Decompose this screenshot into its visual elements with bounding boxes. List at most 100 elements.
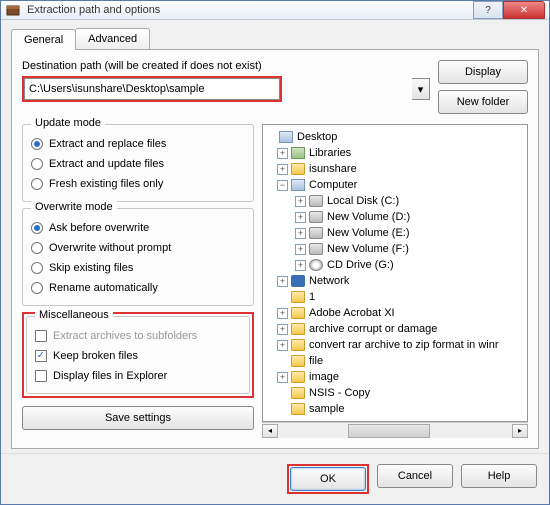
scroll-thumb[interactable] [348,424,430,438]
expand-icon[interactable]: + [295,244,306,255]
update-mode-title: Update mode [31,117,105,129]
tree-item[interactable]: archive corrupt or damage [309,323,437,335]
radio-ask-overwrite[interactable] [31,222,43,234]
expand-icon[interactable]: + [277,324,288,335]
scroll-left-button[interactable]: ◂ [262,424,278,438]
radio-label: Rename automatically [49,282,158,294]
tree-item[interactable]: Desktop [297,131,337,143]
update-mode-group: Update mode Extract and replace files Ex… [22,124,254,202]
drive-icon [309,227,323,239]
folder-icon [291,387,305,399]
radio-label: Extract and replace files [49,138,166,150]
misc-group: Miscellaneous Extract archives to subfol… [26,316,250,394]
folder-icon [291,307,305,319]
desktop-icon [279,131,293,143]
tree-item[interactable]: image [309,371,339,383]
tab-general[interactable]: General [11,29,76,50]
tree-item[interactable]: New Volume (D:) [327,211,410,223]
window-controls: ? ✕ [473,1,545,19]
tree-item[interactable]: sample [309,403,344,415]
radio-label: Skip existing files [49,262,133,274]
tree-item[interactable]: Libraries [309,147,351,159]
help-button[interactable]: Help [461,464,537,488]
check-label: Keep broken files [53,350,138,362]
tree-item[interactable]: 1 [309,291,315,303]
radio-fresh-only[interactable] [31,178,43,190]
misc-highlight: Miscellaneous Extract archives to subfol… [22,312,254,398]
check-display-explorer[interactable] [35,370,47,382]
tab-panel-general: Destination path (will be created if doe… [11,49,539,449]
radio-skip-existing[interactable] [31,262,43,274]
new-folder-button[interactable]: New folder [438,90,528,114]
radio-rename-auto[interactable] [31,282,43,294]
expand-icon[interactable]: + [277,276,288,287]
expand-icon[interactable]: + [295,196,306,207]
expand-icon[interactable]: + [277,164,288,175]
ok-button[interactable]: OK [290,467,366,491]
misc-title: Miscellaneous [35,309,113,321]
expand-icon[interactable]: + [277,148,288,159]
tree-item[interactable]: file [309,355,323,367]
tab-strip: General Advanced [11,28,539,49]
libraries-icon [291,147,305,159]
folder-icon [291,371,305,383]
tree-item[interactable]: NSIS - Copy [309,387,370,399]
app-icon [5,2,21,18]
tree-item[interactable]: New Volume (E:) [327,227,410,239]
tree-item[interactable]: Local Disk (C:) [327,195,399,207]
tree-item[interactable]: Network [309,275,349,287]
radio-label: Overwrite without prompt [49,242,171,254]
folder-icon [291,339,305,351]
network-icon [291,275,305,287]
destination-dropdown-button[interactable]: ▾ [412,78,430,100]
ok-highlight: OK [287,464,369,494]
scroll-track[interactable] [278,424,512,438]
dialog-buttons: OK Cancel Help [1,453,549,504]
drive-icon [309,243,323,255]
content-area: General Advanced Destination path (will … [1,20,549,453]
check-label: Extract archives to subfolders [53,330,197,342]
radio-label: Extract and update files [49,158,164,170]
radio-extract-update[interactable] [31,158,43,170]
titlebar: Extraction path and options ? ✕ [1,1,549,20]
destination-input[interactable] [24,78,280,100]
expand-icon[interactable]: + [277,308,288,319]
cancel-button[interactable]: Cancel [377,464,453,488]
check-keep-broken[interactable] [35,350,47,362]
tree-item[interactable]: Computer [309,179,357,191]
folder-tree[interactable]: Desktop +Libraries +isunshare −Computer … [262,124,528,422]
tab-advanced[interactable]: Advanced [75,28,150,49]
help-window-button[interactable]: ? [473,1,503,19]
scroll-right-button[interactable]: ▸ [512,424,528,438]
cd-icon [309,259,323,271]
expand-icon[interactable]: + [295,228,306,239]
user-icon [291,163,305,175]
save-settings-button[interactable]: Save settings [22,406,254,430]
radio-label: Fresh existing files only [49,178,163,190]
chevron-down-icon: ▾ [418,83,424,96]
computer-icon [291,179,305,191]
horizontal-scrollbar[interactable]: ◂ ▸ [262,422,528,438]
expand-icon[interactable]: + [277,372,288,383]
tree-item[interactable]: New Volume (F:) [327,243,409,255]
folder-icon [291,323,305,335]
expand-icon[interactable]: + [295,260,306,271]
radio-overwrite-noprompt[interactable] [31,242,43,254]
tree-item[interactable]: Adobe Acrobat XI [309,307,395,319]
radio-extract-replace[interactable] [31,138,43,150]
tree-item[interactable]: CD Drive (G:) [327,259,394,271]
expand-icon[interactable]: + [277,340,288,351]
check-extract-subfolders [35,330,47,342]
dialog-window: Extraction path and options ? ✕ General … [0,0,550,505]
tree-item[interactable]: convert rar archive to zip format in win… [309,339,499,351]
collapse-icon[interactable]: − [277,180,288,191]
tree-item[interactable]: isunshare [309,163,357,175]
display-button[interactable]: Display [438,60,528,84]
close-window-button[interactable]: ✕ [503,1,545,19]
expand-icon[interactable]: + [295,212,306,223]
drive-icon [309,195,323,207]
radio-label: Ask before overwrite [49,222,149,234]
folder-icon [291,355,305,367]
check-label: Display files in Explorer [53,370,167,382]
destination-highlight [22,76,282,102]
